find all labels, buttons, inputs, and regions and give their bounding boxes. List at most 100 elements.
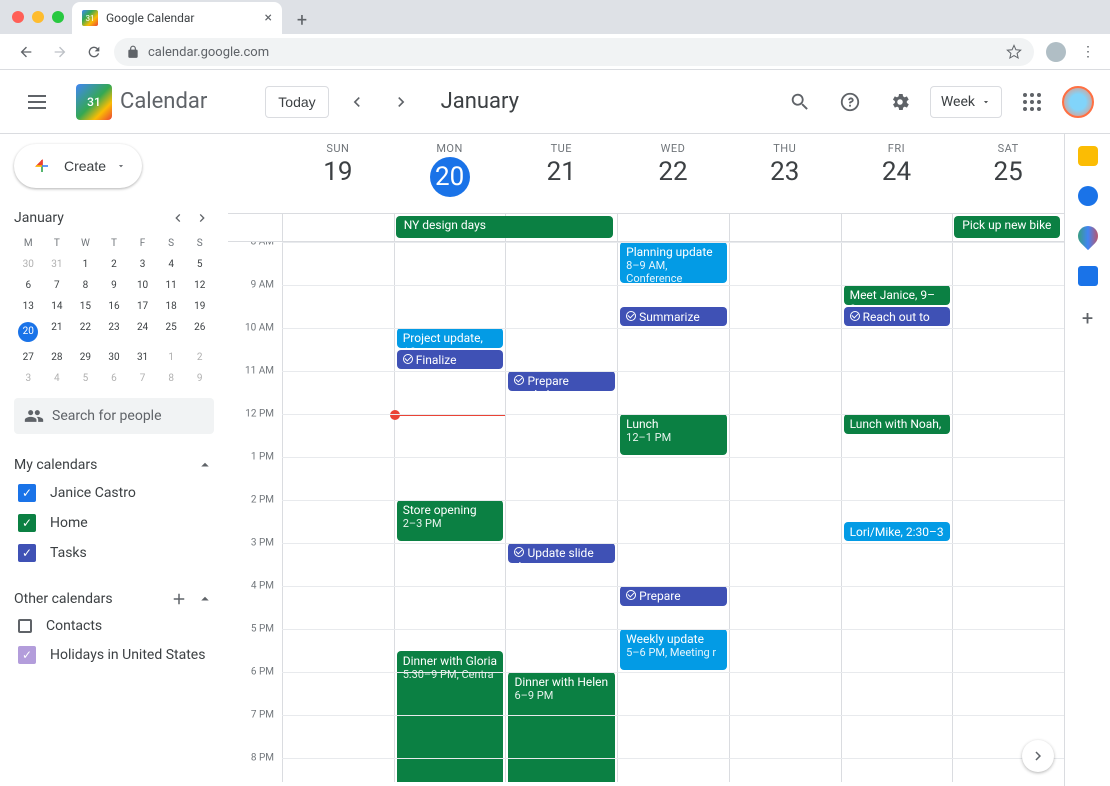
mini-day-cell[interactable]: 2 bbox=[185, 352, 214, 363]
calendar-item[interactable]: Contacts bbox=[14, 612, 214, 640]
calendar-event[interactable]: Meet Janice, 9–9: bbox=[844, 285, 951, 305]
mini-day-cell[interactable]: 8 bbox=[157, 373, 186, 384]
mini-day-cell[interactable]: 4 bbox=[157, 259, 186, 270]
calendar-event[interactable]: Dinner with Helen6–9 PM bbox=[508, 672, 615, 782]
mini-day-cell[interactable]: 7 bbox=[43, 280, 72, 291]
mini-day-cell[interactable]: 16 bbox=[100, 301, 129, 312]
back-button[interactable] bbox=[12, 38, 40, 66]
mini-day-cell[interactable]: 31 bbox=[43, 259, 72, 270]
help-button[interactable] bbox=[830, 82, 870, 122]
allday-event[interactable]: NY design days bbox=[396, 216, 613, 238]
calendar-event[interactable]: Project update, 10 bbox=[397, 328, 504, 348]
mini-day-cell[interactable]: 26 bbox=[185, 322, 214, 342]
calendar-event[interactable]: Lunch12–1 PM bbox=[620, 414, 727, 455]
browser-menu[interactable]: ⋮ bbox=[1078, 44, 1098, 60]
mini-day-cell[interactable]: 30 bbox=[100, 352, 129, 363]
calendar-event[interactable]: Prepare present bbox=[620, 586, 727, 606]
calendar-item[interactable]: ✓Tasks bbox=[14, 538, 214, 568]
day-header[interactable]: FRI24 bbox=[841, 134, 953, 213]
day-column[interactable]: Planning update8–9 AM, ConferenceSummari… bbox=[617, 242, 729, 782]
menu-button[interactable] bbox=[16, 78, 64, 126]
allday-cell[interactable] bbox=[729, 214, 841, 241]
mini-day-cell[interactable]: 9 bbox=[185, 373, 214, 384]
calendar-event[interactable]: Reach out to To bbox=[844, 307, 951, 327]
mini-day-cell[interactable]: 7 bbox=[128, 373, 157, 384]
day-column[interactable]: Project update, 10Finalize presentStore … bbox=[394, 242, 506, 782]
mini-day-cell[interactable]: 28 bbox=[43, 352, 72, 363]
mini-day-cell[interactable]: 5 bbox=[185, 259, 214, 270]
mini-prev-button[interactable] bbox=[166, 206, 190, 230]
browser-tab[interactable]: 31 Google Calendar × bbox=[72, 2, 282, 34]
mini-day-cell[interactable]: 24 bbox=[128, 322, 157, 342]
mini-day-cell[interactable]: 1 bbox=[71, 259, 100, 270]
mini-day-cell[interactable]: 25 bbox=[157, 322, 186, 342]
profile-avatar[interactable] bbox=[1046, 42, 1066, 62]
mini-day-cell[interactable]: 15 bbox=[71, 301, 100, 312]
mini-day-cell[interactable]: 20 bbox=[18, 322, 38, 342]
day-header[interactable]: SAT25 bbox=[952, 134, 1064, 213]
calendar-event[interactable]: Dinner with Gloria5:30–9 PM, Centra bbox=[397, 651, 504, 783]
mini-day-cell[interactable]: 1 bbox=[157, 352, 186, 363]
allday-event[interactable]: Pick up new bike bbox=[954, 216, 1060, 238]
close-window[interactable] bbox=[12, 11, 24, 23]
search-people-input[interactable]: Search for people bbox=[14, 398, 214, 434]
mini-day-cell[interactable]: 11 bbox=[157, 280, 186, 291]
tasks-icon[interactable] bbox=[1078, 186, 1098, 206]
mini-day-cell[interactable]: 10 bbox=[128, 280, 157, 291]
mini-day-cell[interactable]: 17 bbox=[128, 301, 157, 312]
add-calendar-icon[interactable] bbox=[170, 590, 188, 608]
logo[interactable]: 31 Calendar bbox=[76, 84, 207, 120]
allday-cell[interactable] bbox=[282, 214, 394, 241]
calendar-checkbox[interactable] bbox=[18, 619, 32, 633]
mini-day-cell[interactable]: 6 bbox=[14, 280, 43, 291]
mini-day-cell[interactable]: 4 bbox=[43, 373, 72, 384]
bookmark-icon[interactable] bbox=[1006, 44, 1022, 60]
url-field[interactable]: calendar.google.com bbox=[114, 38, 1034, 66]
mini-day-cell[interactable]: 5 bbox=[71, 373, 100, 384]
scroll-forward-button[interactable] bbox=[1022, 740, 1054, 772]
day-column[interactable]: Prepare worksh Update slide de Dinner with… bbox=[505, 242, 617, 782]
calendar-checkbox[interactable]: ✓ bbox=[18, 484, 36, 502]
mini-next-button[interactable] bbox=[190, 206, 214, 230]
mini-day-cell[interactable]: 3 bbox=[128, 259, 157, 270]
mini-day-cell[interactable]: 30 bbox=[14, 259, 43, 270]
day-header[interactable]: SUN19 bbox=[282, 134, 394, 213]
mini-day-cell[interactable]: 3 bbox=[14, 373, 43, 384]
allday-cell[interactable] bbox=[617, 214, 729, 241]
google-apps-button[interactable] bbox=[1012, 82, 1052, 122]
calendar-item[interactable]: ✓Home bbox=[14, 508, 214, 538]
calendar-checkbox[interactable]: ✓ bbox=[18, 646, 36, 664]
minimize-window[interactable] bbox=[32, 11, 44, 23]
day-column[interactable] bbox=[952, 242, 1064, 782]
keep-icon[interactable] bbox=[1078, 146, 1098, 166]
mini-day-cell[interactable]: 12 bbox=[185, 280, 214, 291]
search-button[interactable] bbox=[780, 82, 820, 122]
day-header[interactable]: WED22 bbox=[617, 134, 729, 213]
mini-day-cell[interactable]: 19 bbox=[185, 301, 214, 312]
my-calendars-header[interactable]: My calendars bbox=[14, 452, 214, 478]
calendar-event[interactable]: Update slide de bbox=[508, 543, 615, 563]
mini-day-cell[interactable]: 31 bbox=[128, 352, 157, 363]
addons-button[interactable]: + bbox=[1082, 306, 1093, 330]
calendar-event[interactable]: Weekly update5–6 PM, Meeting r bbox=[620, 629, 727, 670]
mini-day-cell[interactable]: 29 bbox=[71, 352, 100, 363]
meet-icon[interactable] bbox=[1078, 266, 1098, 286]
forward-button[interactable] bbox=[46, 38, 74, 66]
calendar-event[interactable]: Store opening2–3 PM bbox=[397, 500, 504, 541]
mini-day-cell[interactable]: 21 bbox=[43, 322, 72, 342]
day-header[interactable]: THU23 bbox=[729, 134, 841, 213]
view-selector[interactable]: Week bbox=[930, 86, 1002, 118]
other-calendars-header[interactable]: Other calendars bbox=[14, 586, 214, 612]
mini-day-cell[interactable]: 18 bbox=[157, 301, 186, 312]
calendar-event[interactable]: Lunch with Noah, bbox=[844, 414, 951, 434]
maps-icon[interactable] bbox=[1073, 222, 1101, 250]
next-week-button[interactable] bbox=[385, 86, 417, 118]
mini-day-cell[interactable]: 14 bbox=[43, 301, 72, 312]
time-grid[interactable]: 8 AM9 AM10 AM11 AM12 PM1 PM2 PM3 PM4 PM5… bbox=[228, 242, 1064, 782]
calendar-event[interactable]: Prepare worksh bbox=[508, 371, 615, 391]
account-avatar[interactable] bbox=[1062, 86, 1094, 118]
calendar-event[interactable]: Summarize find bbox=[620, 307, 727, 327]
maximize-window[interactable] bbox=[52, 11, 64, 23]
new-tab-button[interactable]: + bbox=[288, 6, 316, 34]
today-button[interactable]: Today bbox=[265, 86, 328, 118]
